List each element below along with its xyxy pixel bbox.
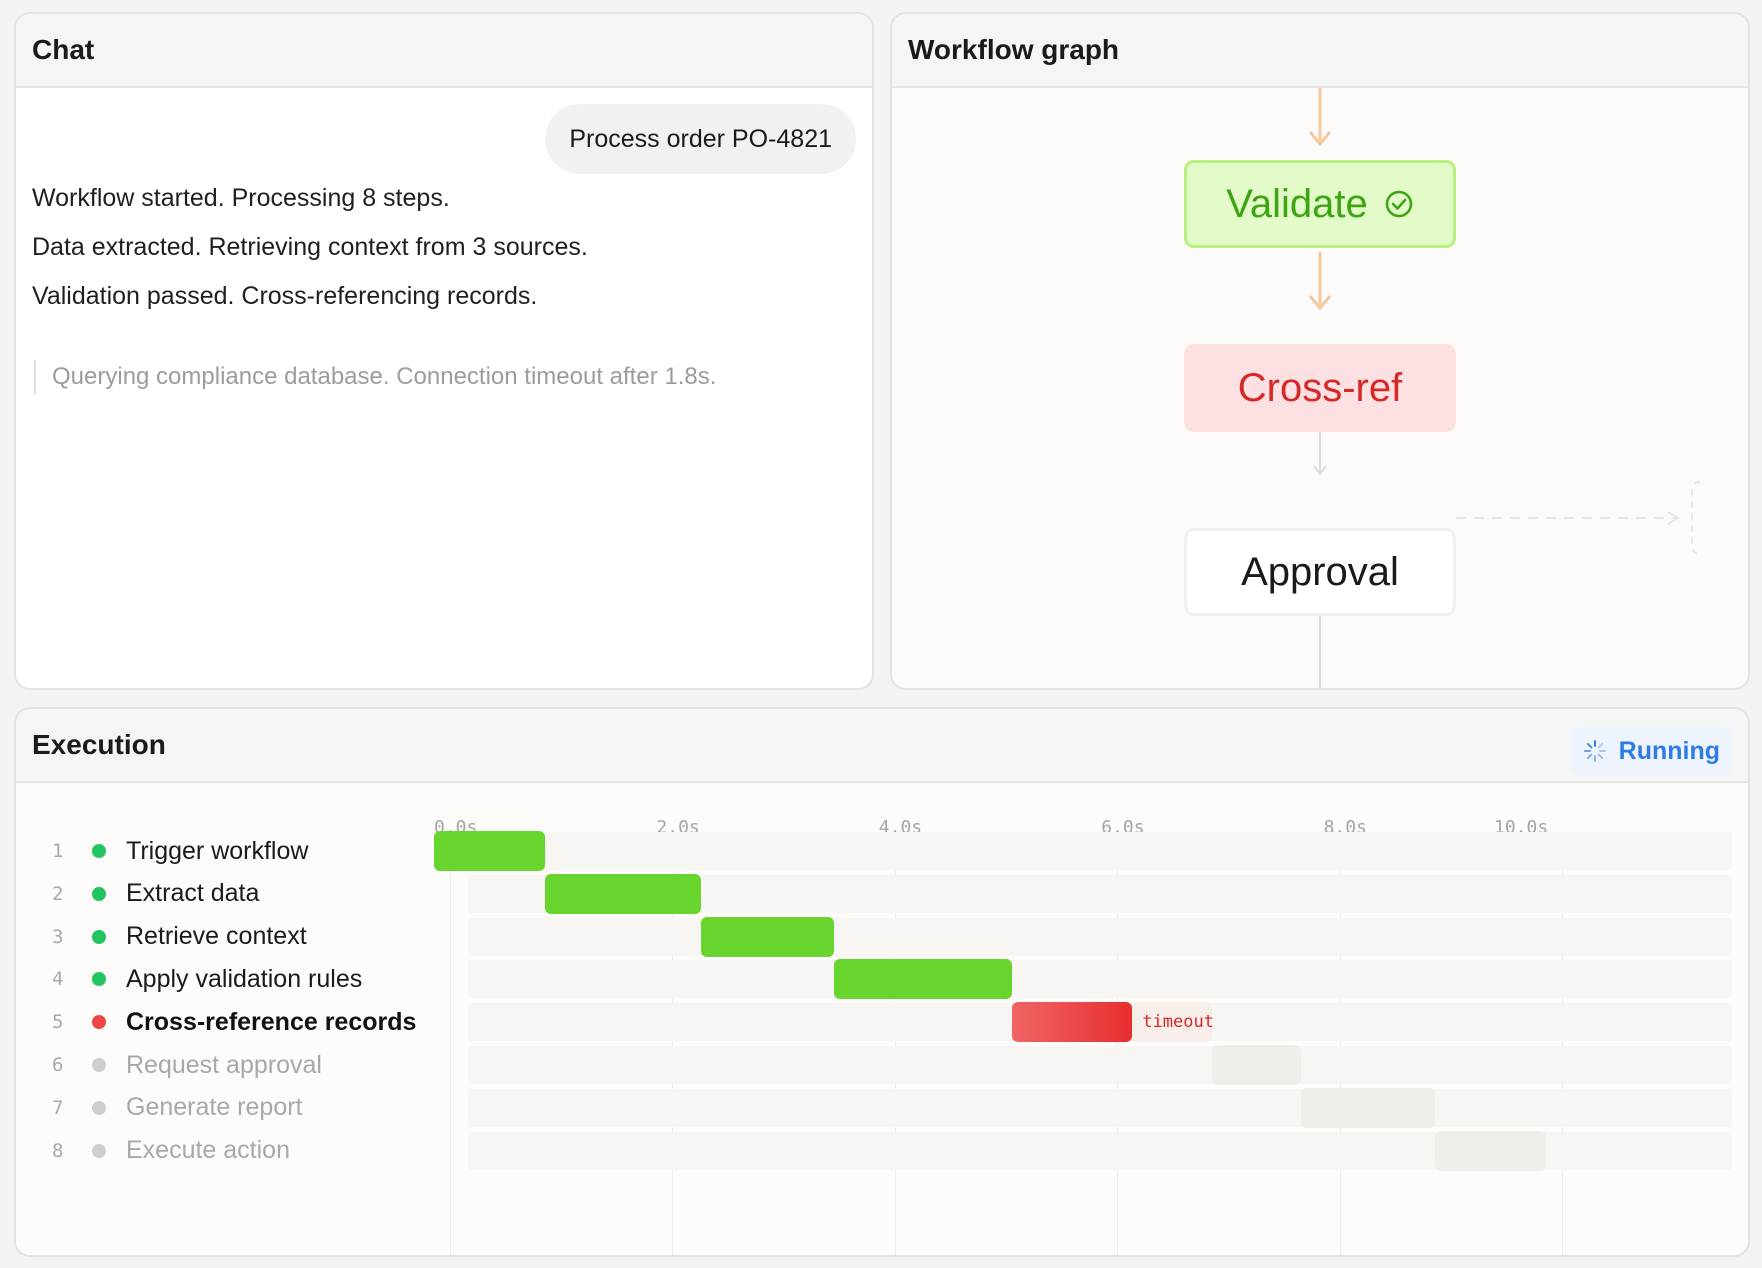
step-label: Retrieve context [126,922,307,951]
gantt-lane [468,1088,1732,1127]
node-crossref-label: Cross-ref [1237,365,1403,410]
step-label: Generate report [126,1093,303,1122]
node-approval-label: Approval [1241,549,1399,594]
gantt-bar[interactable] [1301,1087,1435,1128]
gantt-bar[interactable] [1212,1045,1302,1085]
status-badge: Running [1570,727,1732,775]
assistant-message: Workflow started. Processing 8 steps. [32,184,450,212]
step-row[interactable]: 2 Extract data [16,870,456,918]
edge-incoming [1308,88,1332,147]
spinner-icon [1583,739,1607,763]
step-status-dot [92,1058,106,1072]
step-row[interactable]: 4 Apply validation rules [16,955,456,1003]
graph-canvas[interactable]: Validate Cross-ref Approval [892,88,1748,688]
step-status-dot [92,886,106,901]
step-label: Request approval [126,1050,322,1079]
step-number: 1 [52,840,64,862]
step-status-dot [92,1015,106,1030]
step-row[interactable]: 1 Trigger workflow [16,827,456,875]
graph-header: Workflow graph [892,14,1748,88]
edge-validate-crossref [1308,252,1332,311]
node-validate[interactable]: Validate [1184,160,1456,248]
step-row[interactable]: 8 Execute action [16,1127,456,1175]
step-number: 3 [52,925,64,948]
gantt-bar[interactable] [1012,1002,1133,1043]
chat-panel: Chat Process order PO-4821 Workflow star… [14,12,874,690]
assistant-message: Data extracted. Retrieving context from … [32,233,588,261]
step-status-dot [92,972,106,987]
execution-timeline: 0.0s 2.0s 4.0s 6.0s 8.0s 10.0s timeout 1 Trigge… [16,783,1748,1255]
execution-header: Execution Running [16,709,1748,783]
timeout-badge: timeout [1132,1002,1214,1043]
node-crossref[interactable]: Cross-ref [1184,344,1456,432]
check-circle-icon [1384,189,1414,219]
step-number: 2 [52,882,64,905]
step-label: Cross-reference records [126,1007,417,1036]
status-label: Running [1618,736,1720,765]
step-status-dot [92,929,106,944]
graph-title: Workflow graph [908,34,1120,65]
step-number: 6 [52,1054,64,1076]
node-approval[interactable]: Approval [1184,528,1456,616]
node-validate-label: Validate [1226,181,1368,226]
user-message: Process order PO-4821 [545,104,856,174]
step-row[interactable]: 3 Retrieve context [16,913,456,961]
workflow-graph-panel: Workflow graph Validate Cross-ref Approv… [890,12,1750,690]
step-number: 4 [52,968,64,991]
execution-panel: Execution Running 0.0s 2.0s 4.0s 6.0s 8.… [14,707,1750,1257]
step-row[interactable]: 5 Cross-reference records [16,998,456,1046]
gantt-lane [468,917,1732,956]
step-number: 7 [52,1096,64,1119]
chat-messages: Process order PO-4821 Workflow started. … [16,88,872,688]
gantt-lane [468,832,1732,870]
step-row[interactable]: 7 Generate report [16,1084,456,1132]
chat-header: Chat [16,14,872,88]
step-label: Execute action [126,1136,290,1165]
edge-approval-branch [1456,481,1701,555]
step-label: Trigger workflow [126,836,309,865]
step-label: Extract data [126,879,260,908]
assistant-message: Validation passed. Cross-referencing rec… [32,282,538,310]
gantt-lane [468,1046,1732,1084]
step-label: Apply validation rules [126,964,363,993]
step-status-dot [92,844,106,858]
step-number: 5 [52,1011,64,1034]
gantt-bar[interactable] [1434,1130,1546,1171]
gantt-bar[interactable] [545,873,701,914]
step-number: 8 [52,1139,64,1162]
streaming-message: Querying compliance database. Connection… [34,360,716,394]
step-row[interactable]: 6 Request approval [16,1041,456,1089]
step-status-dot [92,1100,106,1115]
chat-title: Chat [32,34,95,65]
gantt-lane [468,960,1732,999]
step-status-dot [92,1143,106,1158]
gantt-bar[interactable] [700,916,835,957]
gantt-bar[interactable] [834,959,1013,1000]
execution-title: Execution [32,729,166,760]
